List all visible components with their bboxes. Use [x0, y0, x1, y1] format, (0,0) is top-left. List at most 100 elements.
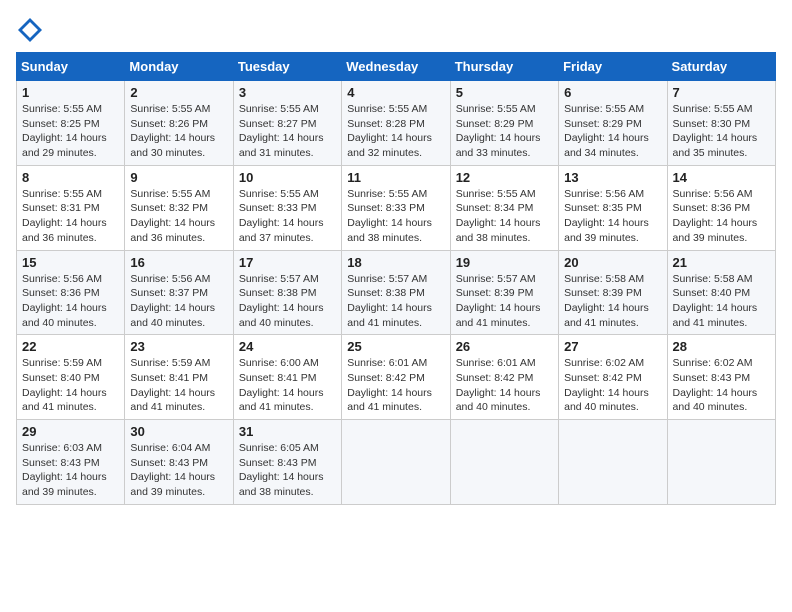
day-detail: Sunrise: 6:05 AMSunset: 8:43 PMDaylight:… [239, 441, 336, 500]
calendar-cell [450, 420, 558, 505]
day-detail: Sunrise: 6:04 AMSunset: 8:43 PMDaylight:… [130, 441, 227, 500]
day-detail: Sunrise: 5:59 AMSunset: 8:41 PMDaylight:… [130, 356, 227, 415]
page-header [16, 16, 776, 44]
weekday-header-thursday: Thursday [450, 53, 558, 81]
day-detail: Sunrise: 5:57 AMSunset: 8:38 PMDaylight:… [239, 272, 336, 331]
calendar-cell: 4 Sunrise: 5:55 AMSunset: 8:28 PMDaylight… [342, 81, 450, 166]
day-detail: Sunrise: 5:56 AMSunset: 8:36 PMDaylight:… [673, 187, 770, 246]
calendar-cell: 20 Sunrise: 5:58 AMSunset: 8:39 PMDayligh… [559, 250, 667, 335]
day-detail: Sunrise: 5:56 AMSunset: 8:36 PMDaylight:… [22, 272, 119, 331]
day-number: 28 [673, 339, 770, 354]
day-number: 2 [130, 85, 227, 100]
day-number: 30 [130, 424, 227, 439]
calendar-cell: 18 Sunrise: 5:57 AMSunset: 8:38 PMDayligh… [342, 250, 450, 335]
calendar-cell: 8 Sunrise: 5:55 AMSunset: 8:31 PMDaylight… [17, 165, 125, 250]
weekday-header-tuesday: Tuesday [233, 53, 341, 81]
day-number: 24 [239, 339, 336, 354]
day-detail: Sunrise: 6:00 AMSunset: 8:41 PMDaylight:… [239, 356, 336, 415]
day-number: 17 [239, 255, 336, 270]
day-detail: Sunrise: 6:03 AMSunset: 8:43 PMDaylight:… [22, 441, 119, 500]
day-number: 21 [673, 255, 770, 270]
day-number: 18 [347, 255, 444, 270]
calendar-cell: 26Sunrise: 6:01 AMSunset: 8:42 PMDayligh… [450, 335, 558, 420]
logo [16, 16, 48, 44]
day-detail: Sunrise: 6:01 AMSunset: 8:42 PMDaylight:… [456, 356, 553, 415]
calendar-week-row: 15 Sunrise: 5:56 AMSunset: 8:36 PMDayligh… [17, 250, 776, 335]
calendar-cell: 6 Sunrise: 5:55 AMSunset: 8:29 PMDaylight… [559, 81, 667, 166]
day-detail: Sunrise: 5:56 AMSunset: 8:35 PMDaylight:… [564, 187, 661, 246]
calendar-cell: 3Sunrise: 5:55 AMSunset: 8:27 PMDaylight… [233, 81, 341, 166]
day-number: 13 [564, 170, 661, 185]
calendar-table: SundayMondayTuesdayWednesdayThursdayFrid… [16, 52, 776, 505]
calendar-cell: 17 Sunrise: 5:57 AMSunset: 8:38 PMDayligh… [233, 250, 341, 335]
day-number: 14 [673, 170, 770, 185]
day-detail: Sunrise: 5:55 AMSunset: 8:28 PMDaylight:… [347, 102, 444, 161]
calendar-cell: 30 Sunrise: 6:04 AMSunset: 8:43 PMDayligh… [125, 420, 233, 505]
logo-icon [16, 16, 44, 44]
calendar-cell: 12 Sunrise: 5:55 AMSunset: 8:34 PMDayligh… [450, 165, 558, 250]
calendar-cell [342, 420, 450, 505]
weekday-header-monday: Monday [125, 53, 233, 81]
calendar-cell: 9 Sunrise: 5:55 AMSunset: 8:32 PMDaylight… [125, 165, 233, 250]
calendar-week-row: 29 Sunrise: 6:03 AMSunset: 8:43 PMDayligh… [17, 420, 776, 505]
weekday-header-row: SundayMondayTuesdayWednesdayThursdayFrid… [17, 53, 776, 81]
calendar-cell: 5Sunrise: 5:55 AMSunset: 8:29 PMDaylight… [450, 81, 558, 166]
day-number: 6 [564, 85, 661, 100]
day-detail: Sunrise: 5:55 AMSunset: 8:29 PMDaylight:… [564, 102, 661, 161]
day-number: 31 [239, 424, 336, 439]
day-number: 20 [564, 255, 661, 270]
day-detail: Sunrise: 6:02 AMSunset: 8:42 PMDaylight:… [564, 356, 661, 415]
day-number: 23 [130, 339, 227, 354]
day-number: 11 [347, 170, 444, 185]
day-detail: Sunrise: 5:55 AMSunset: 8:32 PMDaylight:… [130, 187, 227, 246]
day-number: 10 [239, 170, 336, 185]
day-detail: Sunrise: 5:58 AMSunset: 8:40 PMDaylight:… [673, 272, 770, 331]
calendar-cell: 27Sunrise: 6:02 AMSunset: 8:42 PMDayligh… [559, 335, 667, 420]
calendar-cell: 14 Sunrise: 5:56 AMSunset: 8:36 PMDayligh… [667, 165, 775, 250]
weekday-header-sunday: Sunday [17, 53, 125, 81]
day-detail: Sunrise: 5:57 AMSunset: 8:38 PMDaylight:… [347, 272, 444, 331]
calendar-cell: 1 Sunrise: 5:55 AMSunset: 8:25 PMDaylight… [17, 81, 125, 166]
day-number: 9 [130, 170, 227, 185]
day-number: 1 [22, 85, 119, 100]
day-detail: Sunrise: 5:55 AMSunset: 8:30 PMDaylight:… [673, 102, 770, 161]
day-number: 22 [22, 339, 119, 354]
calendar-cell: 19Sunrise: 5:57 AMSunset: 8:39 PMDayligh… [450, 250, 558, 335]
calendar-cell: 31 Sunrise: 6:05 AMSunset: 8:43 PMDayligh… [233, 420, 341, 505]
weekday-header-saturday: Saturday [667, 53, 775, 81]
day-detail: Sunrise: 5:55 AMSunset: 8:25 PMDaylight:… [22, 102, 119, 161]
calendar-cell: 7 Sunrise: 5:55 AMSunset: 8:30 PMDaylight… [667, 81, 775, 166]
calendar-week-row: 8 Sunrise: 5:55 AMSunset: 8:31 PMDaylight… [17, 165, 776, 250]
day-detail: Sunrise: 5:55 AMSunset: 8:33 PMDaylight:… [347, 187, 444, 246]
day-number: 3 [239, 85, 336, 100]
day-detail: Sunrise: 5:55 AMSunset: 8:34 PMDaylight:… [456, 187, 553, 246]
weekday-header-friday: Friday [559, 53, 667, 81]
calendar-cell [559, 420, 667, 505]
day-detail: Sunrise: 5:58 AMSunset: 8:39 PMDaylight:… [564, 272, 661, 331]
calendar-cell: 13 Sunrise: 5:56 AMSunset: 8:35 PMDayligh… [559, 165, 667, 250]
day-number: 16 [130, 255, 227, 270]
calendar-cell: 2 Sunrise: 5:55 AMSunset: 8:26 PMDaylight… [125, 81, 233, 166]
day-number: 29 [22, 424, 119, 439]
weekday-header-wednesday: Wednesday [342, 53, 450, 81]
day-detail: Sunrise: 5:55 AMSunset: 8:31 PMDaylight:… [22, 187, 119, 246]
day-detail: Sunrise: 6:01 AMSunset: 8:42 PMDaylight:… [347, 356, 444, 415]
calendar-cell: 22 Sunrise: 5:59 AMSunset: 8:40 PMDayligh… [17, 335, 125, 420]
day-number: 15 [22, 255, 119, 270]
calendar-week-row: 22 Sunrise: 5:59 AMSunset: 8:40 PMDayligh… [17, 335, 776, 420]
day-detail: Sunrise: 5:55 AMSunset: 8:33 PMDaylight:… [239, 187, 336, 246]
calendar-cell: 24 Sunrise: 6:00 AMSunset: 8:41 PMDayligh… [233, 335, 341, 420]
day-detail: Sunrise: 5:59 AMSunset: 8:40 PMDaylight:… [22, 356, 119, 415]
day-detail: Sunrise: 5:55 AMSunset: 8:29 PMDaylight:… [456, 102, 553, 161]
day-number: 8 [22, 170, 119, 185]
day-number: 7 [673, 85, 770, 100]
calendar-cell [667, 420, 775, 505]
day-number: 19 [456, 255, 553, 270]
calendar-cell: 21 Sunrise: 5:58 AMSunset: 8:40 PMDayligh… [667, 250, 775, 335]
day-number: 4 [347, 85, 444, 100]
day-detail: Sunrise: 5:55 AMSunset: 8:26 PMDaylight:… [130, 102, 227, 161]
calendar-cell: 16Sunrise: 5:56 AMSunset: 8:37 PMDayligh… [125, 250, 233, 335]
calendar-cell: 25Sunrise: 6:01 AMSunset: 8:42 PMDayligh… [342, 335, 450, 420]
day-number: 12 [456, 170, 553, 185]
calendar-cell: 15 Sunrise: 5:56 AMSunset: 8:36 PMDayligh… [17, 250, 125, 335]
